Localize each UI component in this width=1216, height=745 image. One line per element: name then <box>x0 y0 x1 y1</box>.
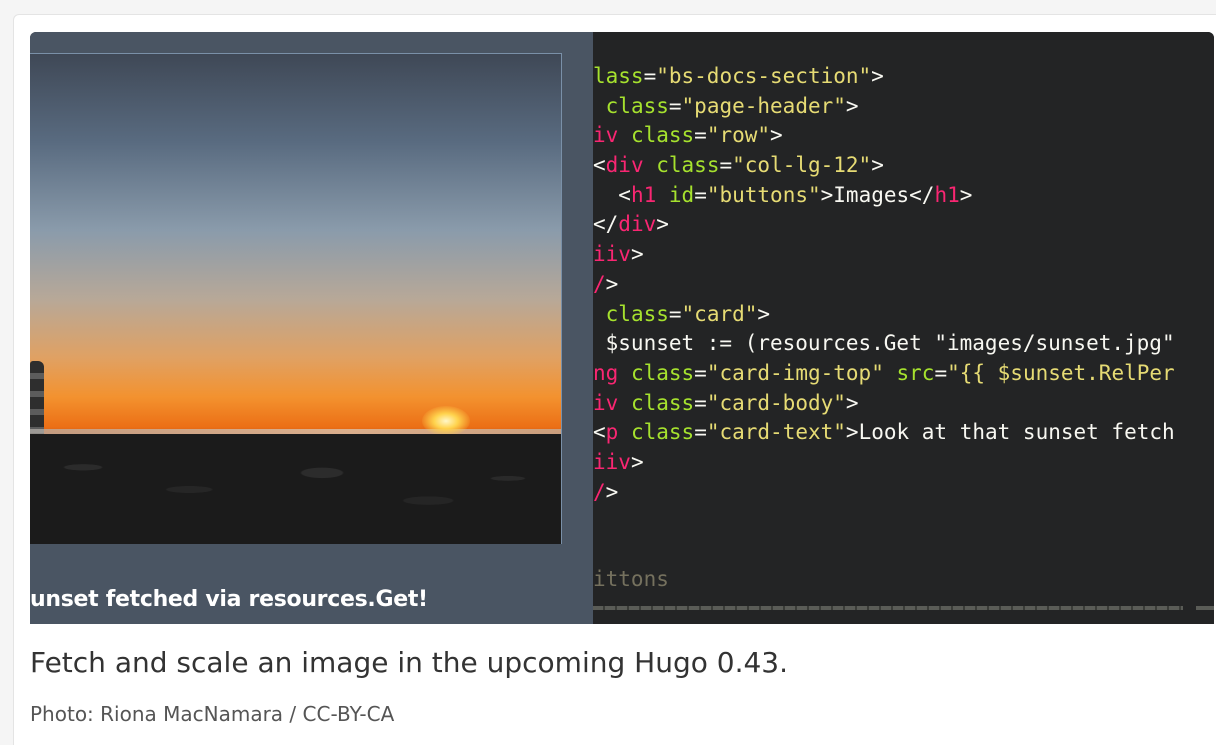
code-token: src <box>896 360 935 385</box>
code-token: = <box>694 390 707 415</box>
code-token: = <box>694 182 707 207</box>
code-line: iiv> <box>593 448 1175 478</box>
sunset-photo <box>30 53 562 544</box>
code-token: "card-img-top" <box>706 360 884 385</box>
code-token: class <box>605 93 669 118</box>
code-token: "bs-docs-section" <box>656 64 872 88</box>
photo-credit: Photo: Riona MacNamara / CC-BY-CA <box>30 702 395 726</box>
code-token: "card" <box>681 301 758 326</box>
code-token: class <box>630 420 695 445</box>
code-comment: ittons <box>593 567 669 591</box>
code-token: >Look at that sunset fetch <box>845 420 1175 445</box>
code-token: > <box>871 153 884 178</box>
code-token: ng <box>593 360 619 385</box>
code-token: iiv <box>593 449 631 474</box>
code-token: > <box>871 64 884 88</box>
code-token: iv <box>593 123 619 148</box>
code-token: "card-body" <box>706 390 846 415</box>
code-line: iv class="card-body"> <box>593 389 1175 419</box>
code-token: class <box>605 301 669 326</box>
code-token: "row" <box>706 123 771 148</box>
browser-preview-panel: unset fetched via resources.Get! <box>30 32 594 624</box>
code-line: <p class="card-text">Look at that sunset… <box>593 418 1175 448</box>
code-token: / <box>593 271 606 296</box>
code-token: > <box>605 271 619 296</box>
code-token: > <box>959 182 973 207</box>
code-token: >Images</ <box>820 182 935 207</box>
code-line: /> <box>593 270 1175 300</box>
sun <box>422 406 470 436</box>
code-token: = <box>694 123 707 148</box>
code-comment-rule <box>593 606 1183 610</box>
code-token: iiv <box>593 242 631 267</box>
code-line: </div> <box>593 210 1175 240</box>
code-token: > <box>845 93 859 118</box>
code-token: div <box>605 153 644 178</box>
code-token: > <box>630 242 644 267</box>
code-token: class <box>630 123 695 148</box>
code-token: "card-text" <box>706 420 846 445</box>
code-token: $sunset := (resources.Get "images/sunset… <box>593 331 1175 356</box>
code-token: < <box>593 153 606 178</box>
code-token: = <box>668 301 682 326</box>
code-token: h1 <box>934 182 960 207</box>
code-token: > <box>630 449 644 474</box>
code-line: lass="bs-docs-section"> <box>593 62 1175 92</box>
code-token: "buttons" <box>706 182 821 207</box>
code-line: $sunset := (resources.Get "images/sunset… <box>593 329 1175 359</box>
code-token: > <box>605 479 619 504</box>
code-token: < <box>593 182 631 207</box>
code-token: = <box>934 360 948 385</box>
code-line: iiv> <box>593 240 1175 270</box>
code-token: / <box>593 479 606 504</box>
article-figure-image: unset fetched via resources.Get! lass="b… <box>30 32 1214 624</box>
code-token: id <box>668 182 695 207</box>
code-token: h1 <box>630 182 657 207</box>
code-token: class <box>630 360 695 385</box>
code-line: class="page-header"> <box>593 92 1175 122</box>
code-token: class <box>630 390 695 415</box>
rocky-foreground <box>30 434 561 544</box>
code-token: < <box>593 420 606 445</box>
code-editor-panel: lass="bs-docs-section"> class="page-head… <box>593 32 1214 624</box>
code-token: "col-lg-12" <box>732 153 872 178</box>
code-token: "{{ $sunset.RelPer <box>947 360 1175 385</box>
figure-caption: Fetch and scale an image in the upcoming… <box>30 646 789 679</box>
code-line: class="card"> <box>593 300 1175 330</box>
code-token: = <box>643 64 657 88</box>
code-token: > <box>845 390 859 415</box>
code-line: /> <box>593 478 1175 508</box>
code-token: = <box>694 420 707 445</box>
lighthouse-silhouette <box>30 361 44 434</box>
code-token: > <box>656 212 669 237</box>
code-token: </ <box>593 212 619 237</box>
code-line: <h1 id="buttons">Images</h1> <box>593 181 1175 211</box>
card-text-caption: unset fetched via resources.Get! <box>30 587 428 612</box>
code-line: ng class="card-img-top" src="{{ $sunset.… <box>593 359 1175 389</box>
code-token: class <box>656 153 720 178</box>
code-token: = <box>694 360 707 385</box>
code-line: iv class="row"> <box>593 121 1175 151</box>
code-token: = <box>719 153 733 178</box>
code-token: lass <box>593 64 644 88</box>
code-line: <div class="col-lg-12"> <box>593 151 1175 181</box>
code-token: iv <box>593 390 619 415</box>
code-token: div <box>618 212 657 237</box>
code-token: > <box>770 123 783 148</box>
code-listing: lass="bs-docs-section"> class="page-head… <box>593 62 1175 507</box>
code-token: p <box>605 420 619 445</box>
code-token: > <box>757 301 771 326</box>
code-comment-rule-end <box>1196 606 1214 610</box>
code-token: = <box>668 93 682 118</box>
code-token: "page-header" <box>681 93 846 118</box>
